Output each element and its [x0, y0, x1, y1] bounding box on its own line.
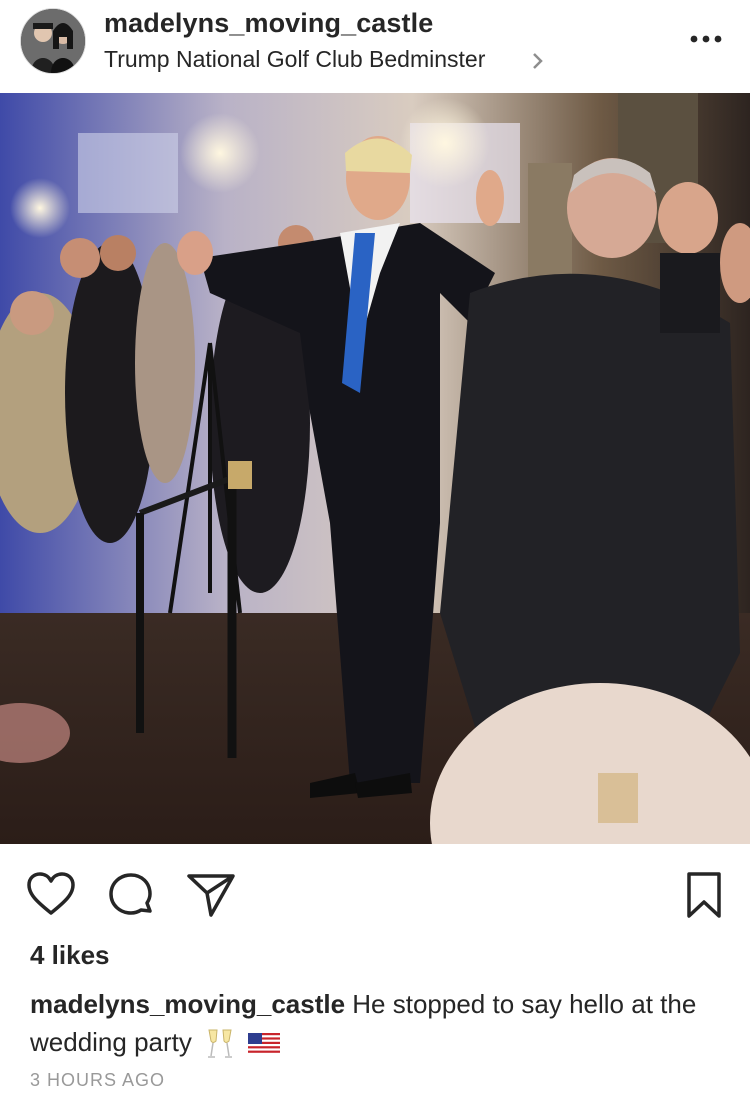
likes-count[interactable]: 4 likes	[30, 940, 110, 971]
post-username[interactable]: madelyns_moving_castle	[104, 8, 433, 39]
post-timestamp: 3 HOURS AGO	[30, 1070, 166, 1090]
chevron-right-icon[interactable]	[530, 50, 546, 72]
more-options-icon[interactable]	[688, 32, 724, 46]
post-header: madelyns_moving_castle Trump National Go…	[0, 0, 750, 93]
post-caption: madelyns_moving_castle He stopped to say…	[30, 985, 730, 1061]
bookmark-icon[interactable]	[684, 870, 724, 920]
heart-icon[interactable]	[26, 870, 76, 920]
avatar[interactable]	[20, 8, 86, 74]
us-flag-icon	[248, 1033, 281, 1056]
caption-username[interactable]: madelyns_moving_castle	[30, 989, 345, 1019]
paper-plane-icon[interactable]	[186, 870, 236, 920]
post-photo[interactable]	[0, 93, 750, 844]
comment-icon[interactable]	[106, 870, 156, 920]
photo-illustration	[0, 93, 750, 844]
action-bar	[0, 844, 750, 944]
champagne-glasses-icon	[208, 1029, 233, 1058]
post-location[interactable]: Trump National Golf Club Bedminster	[104, 46, 485, 73]
avatar-image	[21, 9, 85, 73]
